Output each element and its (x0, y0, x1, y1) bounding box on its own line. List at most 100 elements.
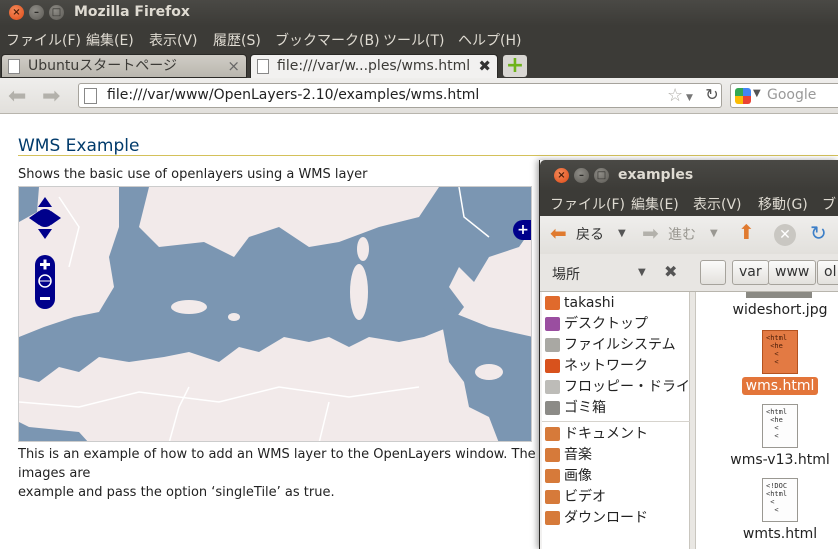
menu-view[interactable]: 表示(V) (693, 194, 742, 214)
forward-button[interactable]: 進む (668, 224, 696, 244)
sidebar-item-label: ネットワーク (564, 358, 648, 374)
menu-bookmarks[interactable]: ブッ (822, 194, 838, 214)
back-arrow-icon[interactable]: ⬅ (8, 84, 26, 109)
menu-bookmarks[interactable]: ブックマーク(B) (275, 30, 380, 50)
docs-line-2: example and pass the option ‘singleTile’… (18, 485, 335, 500)
back-button[interactable]: 戻る (576, 224, 604, 244)
window-minimize-button[interactable]: – (29, 5, 44, 20)
window-maximize-button[interactable]: □ (49, 5, 64, 20)
back-history-dropdown-icon[interactable]: ▼ (618, 228, 626, 239)
window-close-button[interactable]: × (554, 168, 569, 183)
forward-arrow-icon[interactable]: ➡ (642, 221, 659, 245)
window-maximize-button[interactable]: □ (594, 168, 609, 183)
videos-folder-icon (545, 490, 560, 504)
search-placeholder: Google (767, 87, 817, 103)
sidebar-item-label: ファイルシステム (564, 337, 676, 353)
menu-edit[interactable]: 編集(E) (631, 194, 679, 214)
sidebar-item-filesystem[interactable]: ファイルシステム (542, 335, 690, 355)
pan-zoom-controls[interactable] (25, 193, 65, 313)
sidebar-item-home[interactable]: takashi (542, 293, 690, 313)
stop-icon[interactable]: ✕ (774, 224, 796, 246)
file-name: wmts.html (742, 526, 818, 542)
sidebar-item-label: 画像 (564, 468, 592, 484)
window-minimize-button[interactable]: – (574, 168, 589, 183)
tab-close-icon[interactable]: ✖ (478, 55, 491, 77)
layer-switcher-icon[interactable]: + (513, 220, 531, 240)
network-icon (545, 359, 560, 373)
tab-close-icon[interactable]: × (227, 55, 240, 77)
pan-up-icon (38, 197, 52, 207)
reload-icon[interactable]: ↻ (702, 84, 722, 106)
map-viewport[interactable]: + (18, 186, 532, 442)
breadcrumb-var[interactable]: var (732, 260, 769, 285)
tab-strip: Ubuntuスタートページ × file:///var/w...ples/wms… (0, 52, 838, 78)
drive-icon (545, 338, 560, 352)
sidebar-item-trash[interactable]: ゴミ箱 (542, 398, 690, 418)
tab-wms[interactable]: file:///var/w...ples/wms.html ✖ (250, 54, 498, 78)
file-manager-window: × – □ examples ファイル(F) 編集(E) 表示(V) 移動(G)… (539, 160, 838, 549)
tab-ubuntu-start[interactable]: Ubuntuスタートページ × (1, 54, 247, 78)
menu-file[interactable]: ファイル(F) (6, 30, 81, 50)
menu-tools[interactable]: ツール(T) (383, 30, 444, 50)
sidebar-item-label: ビデオ (564, 489, 606, 505)
sidebar-divider (542, 421, 690, 422)
docs-line-1: This is an example of how to add an WMS … (18, 447, 536, 481)
sidebar-item-videos[interactable]: ビデオ (542, 487, 690, 507)
sidebar-item-label: フロッピー・ドライブ (564, 379, 704, 395)
up-arrow-icon[interactable]: ⬆ (738, 220, 755, 244)
menu-help[interactable]: ヘルプ(H) (458, 30, 521, 50)
html-file-icon: <html <he < < (762, 404, 798, 448)
sidebar-item-downloads[interactable]: ダウンロード (542, 508, 690, 528)
close-sidebar-icon[interactable]: ✖ (664, 262, 677, 281)
menu-history[interactable]: 履歴(S) (213, 30, 261, 50)
page-icon (8, 59, 20, 74)
url-text[interactable]: file:///var/www/OpenLayers-2.10/examples… (107, 87, 479, 103)
forward-arrow-icon[interactable]: ➡ (42, 84, 60, 109)
sidebar-item-network[interactable]: ネットワーク (542, 356, 690, 376)
search-engine-dropdown-icon[interactable]: ▼ (753, 88, 761, 99)
image-thumbnail (746, 292, 812, 298)
search-box[interactable]: ▼ Google (730, 83, 838, 108)
drive-icon[interactable] (700, 260, 726, 285)
sidebar-item-documents[interactable]: ドキュメント (542, 424, 690, 444)
tab-label: Ubuntuスタートページ (28, 58, 177, 74)
url-bar[interactable]: file:///var/www/OpenLayers-2.10/examples… (78, 83, 722, 108)
breadcrumb-www[interactable]: www (768, 260, 817, 285)
forward-history-dropdown-icon[interactable]: ▼ (710, 228, 718, 239)
reload-icon[interactable]: ↻ (810, 221, 827, 245)
history-dropdown-icon[interactable]: ▼ (686, 93, 693, 103)
places-dropdown[interactable]: 場所 (552, 264, 580, 284)
window-title: Mozilla Firefox (74, 4, 190, 20)
new-tab-button[interactable]: + (503, 55, 527, 77)
window-close-button[interactable]: × (9, 5, 24, 20)
menu-file[interactable]: ファイル(F) (550, 194, 625, 214)
menu-edit[interactable]: 編集(E) (86, 30, 134, 50)
file-view: wideshort.jpg <html <he < < wms.html <ht… (696, 292, 838, 549)
navigation-toolbar: ⬅ ➡ file:///var/www/OpenLayers-2.10/exam… (0, 78, 838, 114)
breadcrumb-ol[interactable]: ol (817, 260, 838, 285)
sidebar-item-desktop[interactable]: デスクトップ (542, 314, 690, 334)
sidebar-item-floppy[interactable]: フロッピー・ドライブ (542, 377, 704, 397)
file-manager-menubar: ファイル(F) 編集(E) 表示(V) 移動(G) ブッ (540, 191, 838, 216)
pan-down-icon (38, 229, 52, 239)
downloads-folder-icon (545, 511, 560, 525)
sidebar-item-pictures[interactable]: 画像 (542, 466, 690, 486)
chevron-down-icon[interactable]: ▼ (638, 267, 646, 278)
file-manager-titlebar: × – □ examples (540, 160, 838, 191)
menu-go[interactable]: 移動(G) (758, 194, 808, 214)
sidebar-item-label: ダウンロード (564, 510, 648, 526)
sidebar-item-music[interactable]: 音楽 (542, 445, 690, 465)
menu-view[interactable]: 表示(V) (149, 30, 198, 50)
home-icon (545, 296, 560, 310)
sidebar-item-label: 音楽 (564, 447, 592, 463)
html-file-icon: <html <he < < (762, 330, 798, 374)
sidebar-item-label: ドキュメント (564, 426, 648, 442)
back-arrow-icon[interactable]: ⬅ (550, 221, 567, 245)
google-icon[interactable] (735, 88, 751, 104)
file-manager-toolbar: ⬅ 戻る ▼ ➡ 進む ▼ ⬆ ✕ ↻ (540, 216, 838, 254)
file-name: wideshort.jpg (732, 302, 828, 318)
places-sidebar: takashi デスクトップ ファイルシステム ネットワーク フロッピー・ドライ… (542, 292, 704, 549)
bookmark-star-icon[interactable]: ☆ (667, 85, 683, 106)
map-tiles[interactable] (19, 187, 532, 442)
desktop-icon (545, 317, 560, 331)
